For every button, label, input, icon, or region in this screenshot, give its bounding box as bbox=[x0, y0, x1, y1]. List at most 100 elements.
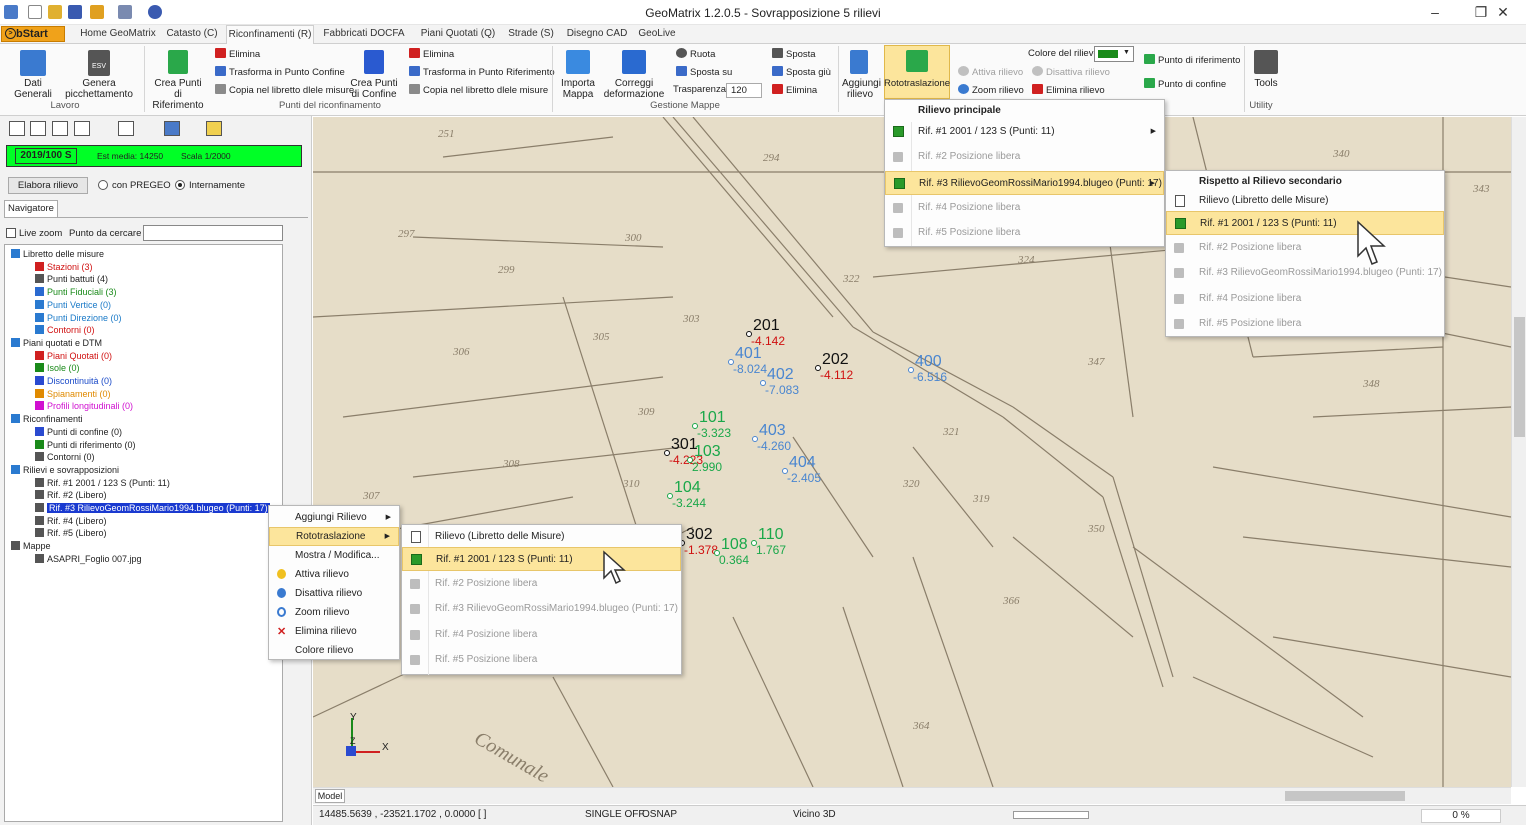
tab-riconfinamenti[interactable]: Riconfinamenti (R) bbox=[226, 25, 314, 45]
tree-item[interactable]: Punti Fiduciali (3) bbox=[35, 287, 117, 298]
submenu-rif-5[interactable]: Rif. #5 Posizione libera bbox=[402, 648, 681, 672]
ruota-button[interactable]: Ruota bbox=[676, 48, 715, 61]
tree-item[interactable]: Rif. #1 2001 / 123 S (Punti: 11) bbox=[35, 477, 170, 489]
tree-item[interactable]: Punti Vertice (0) bbox=[35, 299, 111, 311]
osnap-toggle[interactable]: OSNAP bbox=[642, 809, 677, 820]
dropdown-rif-5[interactable]: Rif. #5 Posizione libera bbox=[885, 221, 1164, 245]
submenu-rilievo-libretto[interactable]: Rilievo (Libretto delle Misure) bbox=[402, 525, 681, 549]
copia-libretto-button-2[interactable]: Copia nel libretto dlele misure bbox=[409, 84, 548, 97]
elimina-confine-button[interactable]: Elimina bbox=[409, 48, 454, 61]
dropdown-rif-2[interactable]: Rif. #2 Posizione libera bbox=[885, 145, 1164, 169]
dati-generali-button[interactable]: Dati Generali bbox=[4, 78, 62, 100]
menu-mostra-modifica[interactable]: Mostra / Modifica... bbox=[269, 546, 399, 565]
importa-mappa-button[interactable]: Importa Mappa bbox=[556, 78, 600, 100]
tree-item[interactable]: Punti Direzione (0) bbox=[35, 312, 122, 324]
trasforma-riferimento-button[interactable]: Trasforma in Punto Riferimento bbox=[409, 66, 555, 79]
trasforma-confine-button[interactable]: Trasforma in Punto Confine bbox=[215, 66, 345, 79]
minimize-button[interactable]: – bbox=[1412, 0, 1458, 25]
submenu-rif-4[interactable]: Rif. #4 Posizione libera bbox=[402, 623, 681, 647]
crea-punti-confine-button[interactable]: Crea Punti di Confine bbox=[346, 78, 402, 100]
dropdown-rif-1[interactable]: Rif. #1 2001 / 123 S (Punti: 11) ▶ bbox=[885, 120, 1164, 144]
menu-rototraslazione[interactable]: Rototraslazione ▶ bbox=[269, 527, 399, 546]
secondario-rilievo-libretto[interactable]: Rilievo (Libretto delle Misure) bbox=[1166, 189, 1444, 213]
zoom-rilievo-button[interactable]: Zoom rilievo bbox=[958, 84, 1024, 97]
notes-icon[interactable] bbox=[206, 121, 222, 136]
secondario-rif-2[interactable]: Rif. #2 Posizione libera bbox=[1166, 236, 1444, 260]
elimina-rilievo-button[interactable]: Elimina rilievo bbox=[1032, 84, 1105, 97]
colore-rilievo-picker[interactable]: ▼ bbox=[1094, 46, 1134, 62]
trasparenza-input[interactable]: 120 bbox=[726, 83, 762, 98]
genera-picchettamento-button[interactable]: Genera picchettamento bbox=[64, 78, 134, 100]
correggi-deformazione-button[interactable]: Correggi deformazione bbox=[602, 78, 666, 100]
tab-disegno-cad[interactable]: Disegno CAD bbox=[562, 25, 632, 44]
secondario-rif-4[interactable]: Rif. #4 Posizione libera bbox=[1166, 287, 1444, 311]
submenu-rif-1[interactable]: Rif. #1 2001 / 123 S (Punti: 11) bbox=[402, 547, 681, 571]
radio-internamente[interactable] bbox=[175, 180, 185, 190]
tab-geolive[interactable]: GeoLive bbox=[634, 25, 680, 44]
tab-strade[interactable]: Strade (S) bbox=[504, 25, 558, 44]
tree-item[interactable]: Libretto delle misure bbox=[11, 249, 104, 260]
tree-item[interactable]: Rif. #2 (Libero) bbox=[35, 490, 107, 501]
submenu-rif-2[interactable]: Rif. #2 Posizione libera bbox=[402, 572, 681, 596]
secondario-rif-5[interactable]: Rif. #5 Posizione libera bbox=[1166, 312, 1444, 336]
tree-item[interactable]: Rif. #4 (Libero) bbox=[35, 515, 107, 527]
punto-riferimento-button[interactable]: Punto di riferimento bbox=[1144, 54, 1240, 67]
tree-item[interactable]: Contorni (0) bbox=[35, 325, 95, 336]
tree-item[interactable]: Punti battuti (4) bbox=[35, 274, 108, 285]
menu-disattiva-rilievo[interactable]: Disattiva rilievo bbox=[269, 584, 399, 603]
horizontal-scrollbar[interactable]: Model bbox=[313, 787, 1511, 804]
model-tab[interactable]: Model bbox=[315, 789, 345, 803]
hscroll-thumb[interactable] bbox=[1285, 791, 1405, 801]
tree-item[interactable]: Punti di confine (0) bbox=[35, 426, 122, 438]
sposta-button[interactable]: Sposta bbox=[772, 48, 816, 61]
tools-button[interactable]: Tools bbox=[1250, 78, 1282, 89]
disattiva-rilievo-button[interactable]: Disattiva rilievo bbox=[1032, 66, 1110, 79]
tab-navigatore[interactable]: Navigatore bbox=[4, 200, 58, 218]
tree-item[interactable]: Contorni (0) bbox=[35, 452, 95, 463]
tree-item[interactable]: Profili longitudinali (0) bbox=[35, 401, 133, 412]
tree-item[interactable]: ASAPRI_Foglio 007.jpg bbox=[35, 553, 142, 565]
tab-fabbricati[interactable]: Fabbricati DOCFA (F) bbox=[316, 25, 412, 57]
radio-pregeo[interactable] bbox=[98, 180, 108, 190]
menu-attiva-rilievo[interactable]: Attiva rilievo bbox=[269, 565, 399, 584]
close-button[interactable]: ✕ bbox=[1480, 0, 1526, 25]
tree-item[interactable]: Punti di riferimento (0) bbox=[35, 439, 136, 451]
tree-item[interactable]: Discontinuità (0) bbox=[35, 376, 112, 387]
dropdown-rif-4[interactable]: Rif. #4 Posizione libera bbox=[885, 196, 1164, 220]
tree-item[interactable]: Rif. #5 (Libero) bbox=[35, 528, 107, 539]
tab-piani-quotati[interactable]: Piani Quotati (Q) bbox=[418, 25, 498, 44]
menu-zoom-rilievo[interactable]: Zoom rilievo bbox=[269, 603, 399, 622]
copia-libretto-button-1[interactable]: Copia nel libretto dlele misure bbox=[215, 84, 354, 97]
attiva-rilievo-button[interactable]: Attiva rilievo bbox=[958, 66, 1023, 79]
menu-colore-rilievo[interactable]: Colore rilievo bbox=[269, 641, 399, 660]
sposta-giu-button[interactable]: Sposta giù bbox=[772, 66, 831, 79]
aggiungi-rilievo-button[interactable]: Aggiungi rilievo bbox=[842, 78, 881, 100]
secondario-rif-1[interactable]: Rif. #1 2001 / 123 S (Punti: 11) bbox=[1166, 211, 1444, 235]
tree-item[interactable]: Piani Quotati (0) bbox=[35, 350, 112, 362]
tab-catasto[interactable]: Catasto (C) bbox=[158, 25, 226, 44]
secondario-rif-3[interactable]: Rif. #3 RilievoGeomRossiMario1994.blugeo… bbox=[1166, 261, 1444, 285]
tree-item[interactable]: Riconfinamenti bbox=[11, 414, 83, 425]
punto-confine-button[interactable]: Punto di confine bbox=[1144, 78, 1226, 91]
dropdown-rif-3[interactable]: Rif. #3 RilievoGeomRossiMario1994.blugeo… bbox=[885, 171, 1164, 195]
single-toggle[interactable]: SINGLE OFF bbox=[585, 809, 644, 820]
crea-punti-riferimento-button[interactable]: Crea Punti di Riferimento bbox=[150, 78, 206, 111]
tree-item[interactable]: Isole (0) bbox=[35, 363, 80, 374]
layers-icon[interactable] bbox=[164, 121, 180, 136]
vertical-scrollbar[interactable] bbox=[1511, 117, 1526, 787]
live-zoom-checkbox[interactable] bbox=[6, 228, 16, 238]
tree-item[interactable]: Rilievi e sovrapposizioni bbox=[11, 464, 119, 476]
zoom-out-icon[interactable] bbox=[52, 121, 68, 136]
elabora-rilievo-button[interactable]: Elabora rilievo bbox=[8, 177, 88, 194]
tree-item[interactable]: Spianamenti (0) bbox=[35, 388, 111, 400]
tree-item[interactable]: Mappe bbox=[11, 541, 51, 552]
vscroll-thumb[interactable] bbox=[1514, 317, 1525, 437]
vicino-3d-toggle[interactable]: Vicino 3D bbox=[793, 809, 836, 820]
elimina-riferimento-button[interactable]: Elimina bbox=[215, 48, 260, 61]
menu-aggiungi-rilievo[interactable]: Aggiungi Rilievo ▶ bbox=[269, 508, 399, 527]
menu-elimina-rilievo[interactable]: ✕ Elimina rilievo bbox=[269, 622, 399, 641]
line-tool-icon[interactable] bbox=[118, 121, 134, 136]
elimina-mappa-button[interactable]: Elimina bbox=[772, 84, 817, 97]
tree-item[interactable]: Stazioni (3) bbox=[35, 261, 93, 273]
tree-item[interactable]: Piani quotati e DTM bbox=[11, 337, 102, 349]
